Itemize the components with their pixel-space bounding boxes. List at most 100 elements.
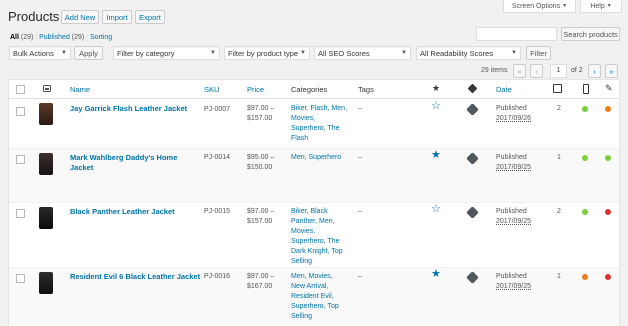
readability-dot (605, 274, 611, 280)
price-value: $95.00 – $150.00 (247, 153, 274, 173)
bulk-actions-select[interactable]: Bulk Actions ▼ (9, 46, 71, 60)
category-line: Superhero, The (291, 125, 340, 132)
product-name-link[interactable]: Black Panther Leather Jacket (70, 207, 175, 217)
product-type-filter-select[interactable]: Filter by product type ▼ (224, 46, 310, 60)
category-line: Panther, Men, (291, 218, 335, 225)
readability-score-select[interactable]: All Readability Scores ▼ (416, 46, 521, 60)
row-checkbox[interactable] (16, 155, 25, 164)
export-button[interactable]: Export (135, 10, 165, 24)
table-row: Black Panther Leather Jacket PJ-0015 $97… (9, 203, 619, 268)
price-max: $157.00 (247, 115, 273, 122)
featured-star-icon[interactable]: ★ (432, 83, 440, 94)
row-checkbox[interactable] (16, 107, 25, 116)
view-all-count: (29) (20, 34, 34, 41)
price-min: $97.00 – (247, 208, 275, 215)
first-page-button[interactable]: « (513, 64, 526, 78)
sku-value: PJ-0015 (204, 208, 231, 215)
product-name-line: Jacket (70, 163, 94, 172)
select-all-checkbox[interactable] (16, 85, 25, 94)
seo-score-label: All SEO Scores (318, 48, 370, 58)
col-categories: Categories (291, 85, 328, 94)
next-page-button[interactable]: › (588, 64, 601, 78)
product-thumbnail[interactable] (39, 207, 53, 229)
product-thumbnail[interactable] (39, 153, 53, 175)
caret-down-icon: ▼ (562, 3, 568, 9)
comments-count: 1 (557, 273, 561, 280)
view-published[interactable]: Published (29) (39, 34, 84, 41)
categories-list[interactable]: Men, Movies, New Arrival, Resident Evil,… (291, 272, 339, 322)
categories-list[interactable]: Biker, Black Panther, Men, Movies, Super… (291, 207, 343, 267)
filter-button[interactable]: Filter (526, 46, 551, 60)
sku-value: PJ-0016 (204, 273, 231, 280)
comments-count: 2 (557, 208, 561, 215)
product-thumbnail[interactable] (39, 272, 53, 294)
search-input[interactable] (476, 27, 557, 41)
view-sorting[interactable]: Sorting (90, 34, 112, 41)
separator: | (35, 34, 38, 41)
post-status: Published (496, 154, 527, 161)
seo-score-dot (582, 155, 588, 161)
caret-down-icon: ▼ (606, 3, 612, 9)
date-value: Published 2017/09/25 (496, 272, 531, 292)
category-line: Biker, Black (291, 208, 328, 215)
row-checkbox[interactable] (16, 209, 25, 218)
screen-options-tab[interactable]: Screen Options ▼ (503, 0, 576, 13)
categories-list[interactable]: Men, Superhero (291, 153, 341, 163)
simple-product-icon (466, 206, 479, 219)
category-line: Men, Superhero (291, 154, 342, 161)
current-page-input[interactable]: 1 (550, 64, 567, 78)
view-all-label: All (10, 34, 19, 41)
price-value: $97.00 – $167.00 (247, 272, 274, 292)
view-published-label: Published (39, 34, 70, 41)
readability-icon: ✎ (605, 83, 613, 93)
category-line: Resident Evil, (291, 293, 334, 300)
post-date: 2017/09/26 (496, 115, 532, 122)
row-checkbox[interactable] (16, 274, 25, 283)
date-value: Published 2017/09/25 (496, 153, 531, 173)
categories-list[interactable]: Biker, Flash, Men, Movies, Superhero, Th… (291, 104, 347, 144)
col-price[interactable]: Price (247, 85, 264, 94)
col-sku[interactable]: SKU (204, 85, 219, 94)
product-thumbnail[interactable] (39, 103, 53, 125)
bulk-actions-label: Bulk Actions (13, 48, 54, 58)
sku-value: PJ-0007 (204, 106, 231, 113)
category-line: Movies, (291, 228, 316, 235)
product-type-icon (467, 83, 478, 94)
star-outline-icon[interactable]: ☆ (431, 204, 441, 215)
category-filter-select[interactable]: Filter by category ▼ (113, 46, 220, 60)
import-button[interactable]: Import (102, 10, 132, 24)
category-line: Superhero, Top (291, 303, 339, 310)
prev-page-button[interactable]: ‹ (530, 64, 543, 78)
product-name-link[interactable]: Jay Garrick Flash Leather Jacket (70, 104, 187, 114)
star-filled-icon[interactable]: ★ (431, 269, 441, 280)
seo-score-select[interactable]: All SEO Scores ▼ (314, 46, 411, 60)
post-date: 2017/09/25 (496, 164, 532, 171)
chevron-down-icon: ▼ (401, 50, 407, 56)
seo-score-dot (582, 106, 588, 112)
price-max: $150.00 (247, 164, 273, 171)
category-line: Superhero, The (291, 238, 340, 245)
product-type-filter-label: Filter by product type (228, 48, 299, 58)
col-tags: Tags (358, 85, 374, 94)
view-all[interactable]: All (29) (10, 34, 33, 41)
readability-dot (605, 209, 611, 215)
readability-dot (605, 155, 611, 161)
table-row: Resident Evil 6 Black Leather Jacket PJ-… (9, 268, 619, 326)
star-filled-icon[interactable]: ★ (431, 150, 441, 161)
product-name-link[interactable]: Mark Wahlberg Daddy's Home Jacket (70, 153, 177, 173)
last-page-button[interactable]: » (605, 64, 618, 78)
product-name-link[interactable]: Resident Evil 6 Black Leather Jacket (70, 272, 200, 282)
star-outline-icon[interactable]: ☆ (431, 101, 441, 112)
apply-button[interactable]: Apply (74, 46, 103, 60)
col-date[interactable]: Date (496, 85, 512, 94)
col-name[interactable]: Name (70, 85, 90, 94)
category-filter-label: Filter by category (117, 48, 175, 58)
price-max: $167.00 (247, 283, 273, 290)
add-new-button[interactable]: Add New (61, 10, 99, 24)
subsubsub: All (29) | Published (29) | Sorting (10, 34, 112, 41)
table-header: Name SKU Price Categories Tags ★ Date ✎ (9, 80, 619, 99)
category-line: Dark Knight, Top (291, 248, 343, 255)
help-tab[interactable]: Help ▼ (580, 0, 622, 13)
search-products-button[interactable]: Search products (561, 27, 620, 41)
post-date: 2017/09/25 (496, 218, 532, 225)
